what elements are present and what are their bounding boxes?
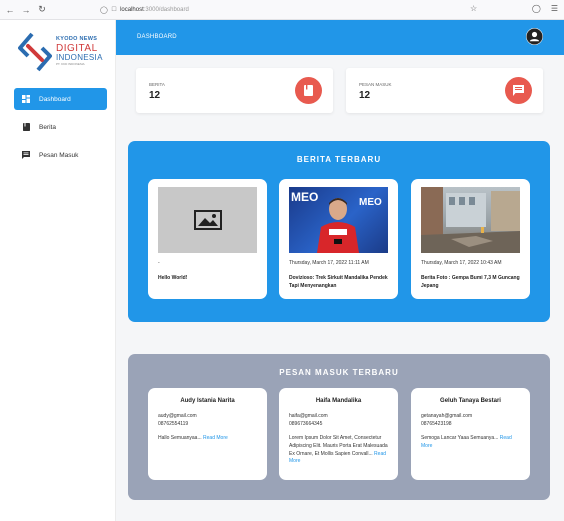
message-body: Hallo Semuanyaa... Read More (158, 435, 228, 441)
page-icon: □ (111, 6, 117, 13)
forward-icon[interactable]: → (20, 4, 32, 16)
earthquake-photo (421, 187, 520, 253)
sender-email: getanayah@gmail.com (421, 413, 473, 419)
message-card: Haifa Mandalika haifa@gmail.com 08967366… (279, 388, 398, 480)
news-card[interactable]: - Hello World! (148, 179, 267, 299)
sender-phone: 08765423198 (421, 421, 452, 427)
book-icon (295, 77, 322, 104)
url-text[interactable]: localhost:3000/dashboard (120, 7, 189, 13)
logo[interactable]: KYODO NEWS DIGITAL INDONESIA PT. KKD IND… (18, 32, 108, 72)
stat-card-pesan-masuk: PESAN MASUK 12 (346, 68, 543, 113)
news-title: Berita Foto : Gempa Bumi 7,3 M Guncang J… (421, 275, 520, 289)
stat-label: PESAN MASUK (359, 82, 392, 87)
logo-text-line4: PT. KKD INDONESIA (56, 61, 85, 66)
sender-phone: 08762554119 (158, 421, 189, 427)
message-card: Geluh Tanaya Bestari getanayah@gmail.com… (411, 388, 530, 480)
reload-icon[interactable]: ↻ (36, 4, 48, 16)
svg-text:MEO: MEO (291, 190, 318, 204)
logo-text-line1: KYODO NEWS (56, 36, 98, 42)
image-placeholder-icon (158, 187, 257, 253)
logo-text-line3: INDONESIA (56, 52, 103, 62)
logo-text-line2: DIGITAL (56, 42, 98, 54)
sender-name: Haifa Mandalika (315, 398, 362, 404)
back-icon[interactable]: ← (4, 4, 16, 16)
latest-news-panel: BERITA TERBARU - Hello World! MEO MEO Th… (128, 141, 550, 322)
sidebar-item-label: Dashboard (39, 95, 71, 103)
shield-icon: ◯ (100, 6, 108, 14)
news-title: Hello World! (158, 275, 188, 281)
book-icon (22, 123, 30, 131)
news-card[interactable]: MEO MEO Thursday, March 17, 2022 11:11 A… (279, 179, 398, 299)
news-date: Thursday, March 17, 2022 11:11 AM (289, 260, 369, 266)
stat-label: BERITA (149, 82, 165, 87)
page-title: DASHBOARD (137, 34, 177, 40)
stat-card-berita: BERITA 12 (136, 68, 333, 113)
sidebar-item-berita[interactable]: Berita (14, 116, 107, 138)
section-title: BERITA TERBARU (296, 155, 382, 164)
news-card[interactable]: Thursday, March 17, 2022 10:43 AM Berita… (411, 179, 530, 299)
sidebar-item-dashboard[interactable]: Dashboard (14, 88, 107, 110)
news-date: Thursday, March 17, 2022 10:43 AM (421, 260, 502, 266)
news-date: - (158, 260, 160, 266)
sidebar: KYODO NEWS DIGITAL INDONESIA PT. KKD IND… (0, 20, 116, 521)
dashboard-icon (22, 95, 30, 103)
logo-mark-icon (18, 32, 52, 72)
user-icon (526, 28, 543, 45)
pocket-icon[interactable]: ◯ (532, 4, 541, 13)
read-more-link[interactable]: Read More (203, 435, 228, 441)
message-icon (22, 151, 30, 159)
url-bar[interactable]: ◯ □ localhost:3000/dashboard (100, 6, 189, 14)
top-header: DASHBOARD (116, 20, 564, 55)
main-content: BERITA 12 PESAN MASUK 12 BERITA TERBARU … (116, 55, 564, 521)
sidebar-item-label: Pesan Masuk (39, 151, 79, 159)
sidebar-menu: Dashboard Berita Pesan Masuk (14, 88, 107, 172)
sidebar-item-label: Berita (39, 123, 56, 131)
bookmark-star-icon[interactable]: ☆ (470, 4, 477, 13)
browser-toolbar: ← → ↻ ◯ □ localhost:3000/dashboard ☆ ◯ ☰ (0, 0, 564, 20)
message-card: Audy Istania Narita audy@gmail.com 08762… (148, 388, 267, 480)
message-body: Semoga Lancar Yaaa Semuanya... Read More (421, 435, 512, 449)
svg-text:MEO: MEO (359, 197, 382, 208)
latest-messages-panel: PESAN MASUK TERBARU Audy Istania Narita … (128, 354, 550, 500)
sender-name: Geluh Tanaya Bestari (440, 398, 501, 404)
stat-value: 12 (149, 90, 161, 101)
news-title: Dovizioso: Trek Sirkuit Mandalika Pendek… (289, 275, 388, 289)
sender-phone: 089673664345 (289, 421, 323, 427)
sender-email: haifa@gmail.com (289, 413, 328, 419)
sidebar-item-pesan-masuk[interactable]: Pesan Masuk (14, 144, 107, 166)
stat-value: 12 (359, 90, 371, 101)
message-icon (505, 77, 532, 104)
section-title: PESAN MASUK TERBARU (279, 368, 399, 377)
sender-email: audy@gmail.com (158, 413, 197, 419)
menu-icon[interactable]: ☰ (551, 4, 558, 13)
sender-name: Audy Istania Narita (180, 398, 235, 404)
rider-photo: MEO MEO (289, 187, 388, 253)
avatar[interactable] (526, 28, 543, 45)
message-body: Lorem Ipsum Dolor Sit Amet, Consectetur … (289, 435, 388, 465)
